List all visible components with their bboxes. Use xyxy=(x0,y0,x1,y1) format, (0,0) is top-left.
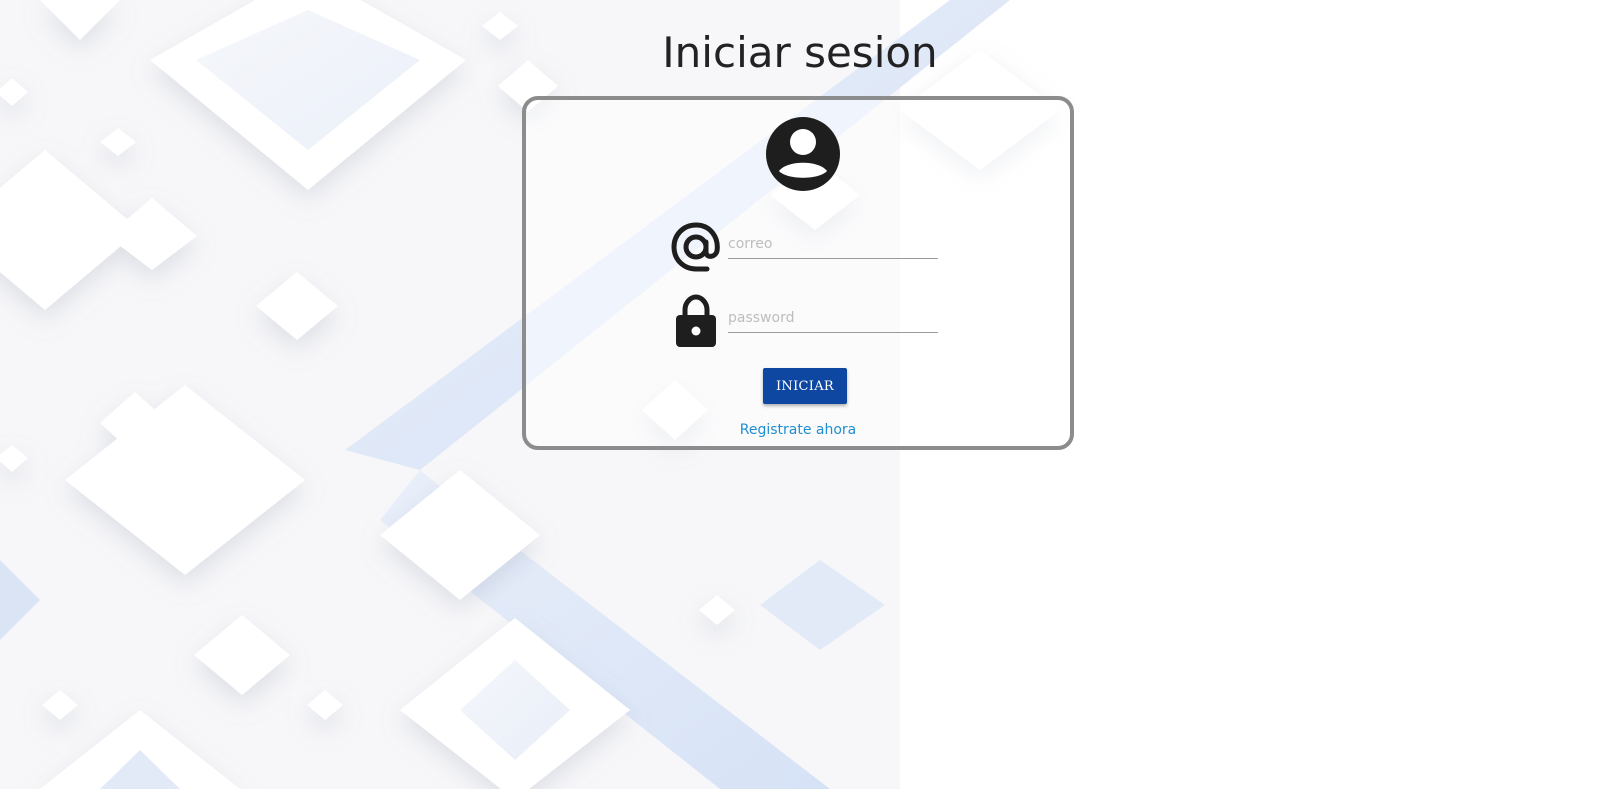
account-circle-icon xyxy=(766,117,840,191)
register-link[interactable]: Registrate ahora xyxy=(526,422,1070,438)
at-sign-icon xyxy=(671,222,720,272)
email-field-row xyxy=(670,220,940,272)
email-input[interactable] xyxy=(728,230,938,259)
lock-icon xyxy=(676,294,716,347)
page-title: Iniciar sesion xyxy=(662,28,938,77)
login-card: INICIAR Registrate ahora xyxy=(522,96,1074,450)
login-page: Iniciar sesion INICIAR xyxy=(0,0,1600,789)
login-button[interactable]: INICIAR xyxy=(763,368,847,404)
password-input[interactable] xyxy=(728,304,938,333)
password-field-row xyxy=(670,294,940,347)
